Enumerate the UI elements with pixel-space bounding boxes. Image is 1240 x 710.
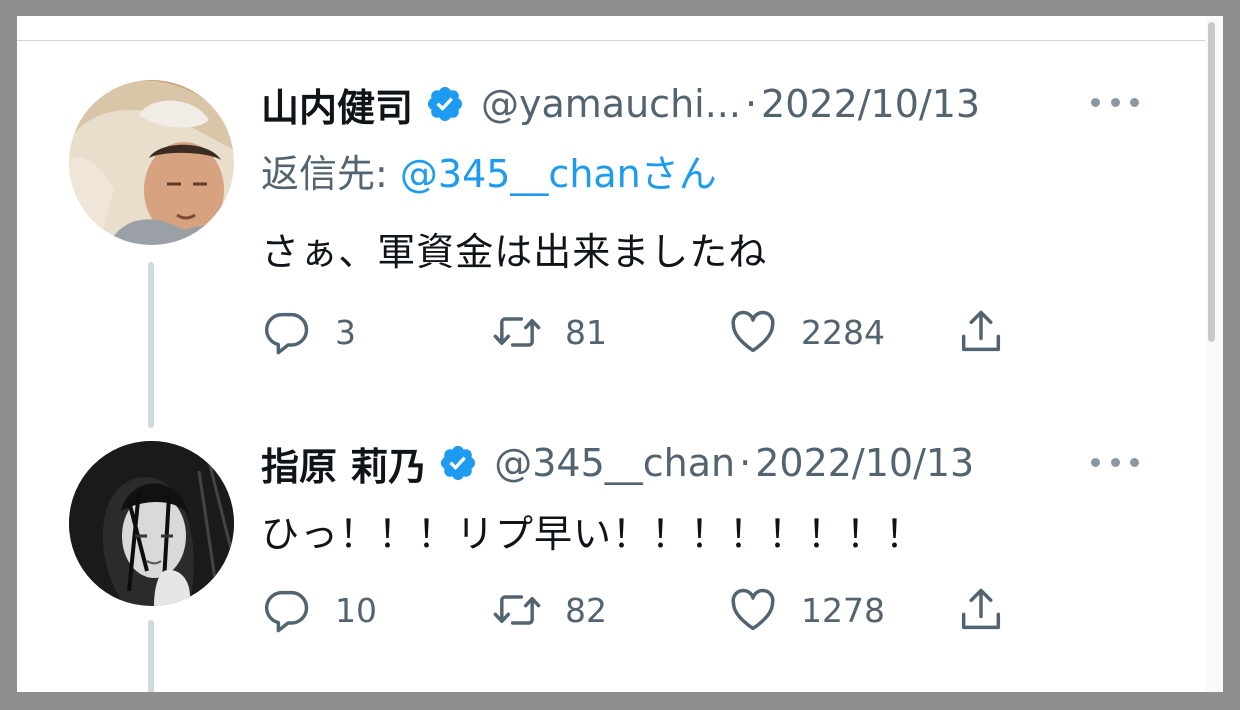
separator: · [739,441,752,485]
retweet-count: 82 [565,590,607,630]
reply-mention-link[interactable]: @345__chanさん [400,152,717,196]
display-name[interactable]: 山内健司 [261,77,413,132]
timestamp[interactable]: 2022/10/13 [755,441,974,485]
like-button[interactable]: 2284 [727,306,885,358]
retweet-count: 81 [565,312,607,352]
share-button[interactable] [955,306,1007,358]
avatar[interactable] [69,441,234,606]
reply-button[interactable]: 3 [261,306,356,358]
like-count: 1278 [801,590,885,630]
like-button[interactable]: 1278 [727,584,885,636]
display-name[interactable]: 指原 莉乃 [261,436,426,491]
heart-icon [731,588,775,631]
retweet-button[interactable]: 82 [491,584,607,636]
retweet-button[interactable]: 81 [491,306,607,358]
share-button[interactable] [955,584,1007,636]
heart-icon [731,310,775,353]
reply-icon [264,590,309,633]
handle[interactable]: @345__chan [494,441,735,485]
verified-badge-icon [441,445,476,481]
scrollbar-thumb[interactable] [1208,22,1215,342]
timeline-frame: 山内健司 @yamauchi... · 2022/10/13 返信先: @345… [17,16,1223,692]
scrollbar-track[interactable] [1205,16,1223,692]
like-count: 2284 [801,312,885,352]
retweet-icon [493,317,541,347]
reply-icon [264,312,309,355]
handle[interactable]: @yamauchi... [481,82,741,126]
reply-button[interactable]: 10 [261,584,377,636]
thread-line [148,262,154,428]
tweet-text: ひっ！！！リプ早い！！！！！！！！ [261,512,925,556]
more-options-icon[interactable] [1091,458,1139,470]
separator: · [744,82,758,126]
tweet-header: 山内健司 @yamauchi... · 2022/10/13 [261,77,980,132]
timestamp[interactable]: 2022/10/13 [761,82,980,126]
tweet-header: 指原 莉乃 @345__chan · 2022/10/13 [261,436,974,491]
avatar-image [69,80,234,245]
thread-line [148,620,154,692]
more-options-icon[interactable] [1091,98,1139,110]
retweet-icon [493,595,541,625]
reply-count: 3 [335,312,356,352]
avatar[interactable] [69,80,234,245]
reply-context: 返信先: @345__chanさん [261,143,717,198]
share-icon [961,310,1001,352]
avatar-image [69,441,234,606]
tweet-text: さぁ、軍資金は出来ましたね [261,230,768,274]
divider [17,40,1223,41]
share-icon [961,588,1001,630]
reply-count: 10 [335,590,377,630]
reply-to-label: 返信先: [261,152,400,196]
verified-badge-icon [427,86,463,122]
